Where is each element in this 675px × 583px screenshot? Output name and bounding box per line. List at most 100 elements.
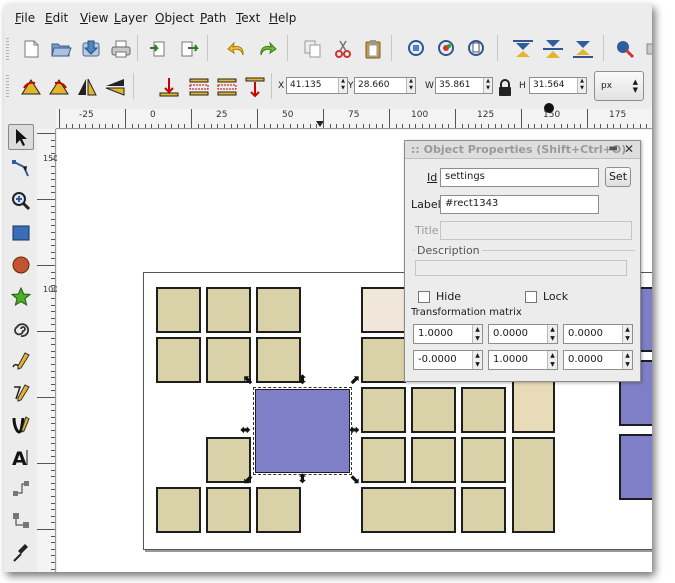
- spin-arrows[interactable]: ▲ ▼: [547, 351, 557, 369]
- menu-path[interactable]: Path: [200, 11, 226, 25]
- pencil-tool-icon[interactable]: [8, 348, 34, 374]
- minimize-icon[interactable]: ▬: [609, 143, 618, 154]
- save-icon[interactable]: [79, 37, 103, 61]
- pen-tool-icon[interactable]: [8, 380, 34, 406]
- text-tool-icon[interactable]: A: [8, 444, 34, 470]
- tile[interactable]: [411, 387, 456, 433]
- tile[interactable]: [361, 387, 406, 433]
- h-field[interactable]: 31.564 ▲ ▼: [529, 77, 587, 94]
- matrix-field-b[interactable]: 0.0000 ▲ ▼: [488, 324, 558, 344]
- id-field[interactable]: settings: [440, 168, 599, 187]
- y-spin-arrows[interactable]: ▲ ▼: [406, 78, 415, 93]
- open-folder-icon[interactable]: [49, 37, 73, 61]
- zoom-drawing-icon[interactable]: [435, 37, 459, 61]
- menu-help[interactable]: Help: [269, 11, 296, 25]
- menu-object[interactable]: Object: [155, 11, 194, 25]
- tile[interactable]: [206, 287, 251, 333]
- lower-to-bottom-icon[interactable]: [243, 75, 267, 99]
- dropper-tool-icon[interactable]: [8, 540, 34, 566]
- gradient-tool-icon[interactable]: [8, 508, 34, 534]
- tile[interactable]: [461, 487, 506, 533]
- ellipse-tool-icon[interactable]: [8, 252, 34, 278]
- set-button[interactable]: Set: [605, 167, 631, 187]
- undo-icon[interactable]: [225, 37, 249, 61]
- h-spin-arrows[interactable]: ▲ ▼: [577, 78, 586, 93]
- lock-checkbox[interactable]: [525, 291, 537, 303]
- spin-arrows[interactable]: ▲ ▼: [622, 351, 632, 369]
- raise-to-top-icon[interactable]: [157, 75, 181, 99]
- connector-tool-icon[interactable]: [8, 476, 34, 502]
- scale-handle-s[interactable]: ⬍: [297, 473, 308, 486]
- matrix-field-c[interactable]: 0.0000 ▲ ▼: [563, 324, 633, 344]
- spin-arrows[interactable]: ▲ ▼: [622, 325, 632, 343]
- tile[interactable]: [411, 437, 456, 483]
- align-top-icon[interactable]: [511, 37, 535, 61]
- zoom-selection-icon[interactable]: [405, 37, 429, 61]
- controls-handle[interactable]: [6, 75, 9, 97]
- dialog-titlebar[interactable]: :: Object Properties (Shift+Ctrl+O): [405, 141, 640, 159]
- hide-checkbox[interactable]: [418, 291, 430, 303]
- zoom-tool-icon[interactable]: [8, 188, 34, 214]
- menu-view[interactable]: View: [80, 11, 108, 25]
- rotate-ccw-icon[interactable]: [19, 75, 43, 99]
- menu-file[interactable]: File: [15, 11, 35, 25]
- blue-tile[interactable]: [619, 434, 652, 500]
- overflow-icon[interactable]: [638, 37, 652, 61]
- matrix-field-d[interactable]: -0.0000 ▲ ▼: [413, 350, 483, 370]
- matrix-field-f[interactable]: 0.0000 ▲ ▼: [563, 350, 633, 370]
- cut-icon[interactable]: [331, 37, 355, 61]
- toolbar-handle[interactable]: [6, 38, 9, 60]
- new-document-icon[interactable]: [19, 37, 43, 61]
- tile[interactable]: [156, 287, 201, 333]
- tile[interactable]: [256, 487, 301, 533]
- redo-icon[interactable]: [255, 37, 279, 61]
- spin-arrows[interactable]: ▲ ▼: [547, 325, 557, 343]
- scale-handle-n[interactable]: ⬍: [297, 374, 308, 387]
- align-center-icon[interactable]: [541, 37, 565, 61]
- selector-arrow-icon[interactable]: [8, 124, 34, 150]
- calligraphy-tool-icon[interactable]: [8, 412, 34, 438]
- tile[interactable]: [512, 437, 555, 533]
- tile[interactable]: [361, 487, 456, 533]
- star-tool-icon[interactable]: [8, 284, 34, 310]
- w-spin-arrows[interactable]: ▲ ▼: [483, 78, 492, 93]
- x-spin-arrows[interactable]: ▲ ▼: [338, 78, 347, 93]
- title-field[interactable]: [440, 221, 632, 240]
- selected-rectangle[interactable]: [253, 387, 352, 475]
- rotate-cw-icon[interactable]: [47, 75, 71, 99]
- tile[interactable]: [256, 287, 301, 333]
- spiral-tool-icon[interactable]: [8, 316, 34, 342]
- w-field[interactable]: 35.861 ▲ ▼: [435, 77, 493, 94]
- tile[interactable]: [206, 487, 251, 533]
- x-field[interactable]: 41.135 ▲ ▼: [286, 77, 348, 94]
- scale-handle-ne[interactable]: ⬈: [349, 374, 360, 387]
- copy-icon[interactable]: [301, 37, 325, 61]
- tile[interactable]: [361, 287, 406, 333]
- lower-icon[interactable]: [215, 75, 239, 99]
- lock-proportions-icon[interactable]: [497, 76, 513, 100]
- horizontal-ruler[interactable]: -25 0 25 50 75 100 125 150 175: [56, 103, 652, 129]
- tile[interactable]: [461, 387, 506, 433]
- import-icon[interactable]: [147, 37, 171, 61]
- raise-icon[interactable]: [187, 75, 211, 99]
- close-icon[interactable]: ✕: [624, 142, 634, 156]
- tile[interactable]: [361, 337, 406, 383]
- fill-stroke-icon[interactable]: [613, 37, 637, 61]
- menu-layer[interactable]: Layer: [114, 11, 147, 25]
- menu-text[interactable]: Text: [236, 11, 260, 25]
- spin-arrows[interactable]: ▲ ▼: [472, 351, 482, 369]
- zoom-page-icon[interactable]: [465, 37, 489, 61]
- matrix-field-a[interactable]: 1.0000 ▲ ▼: [413, 324, 483, 344]
- node-editor-icon[interactable]: [8, 156, 34, 182]
- paste-icon[interactable]: [361, 37, 385, 61]
- rectangle-tool-icon[interactable]: [8, 220, 34, 246]
- scale-handle-e[interactable]: ⬌: [349, 424, 360, 437]
- vertical-ruler[interactable]: 150 100: [37, 129, 58, 572]
- tile[interactable]: [361, 437, 406, 483]
- flip-vertical-icon[interactable]: [103, 75, 127, 99]
- label-field[interactable]: #rect1343: [440, 195, 599, 214]
- spin-arrows[interactable]: ▲ ▼: [472, 325, 482, 343]
- scale-handle-nw[interactable]: ⬉: [243, 374, 254, 387]
- scale-handle-sw[interactable]: ⬋: [243, 473, 254, 486]
- scale-handle-se[interactable]: ⬊: [349, 473, 360, 486]
